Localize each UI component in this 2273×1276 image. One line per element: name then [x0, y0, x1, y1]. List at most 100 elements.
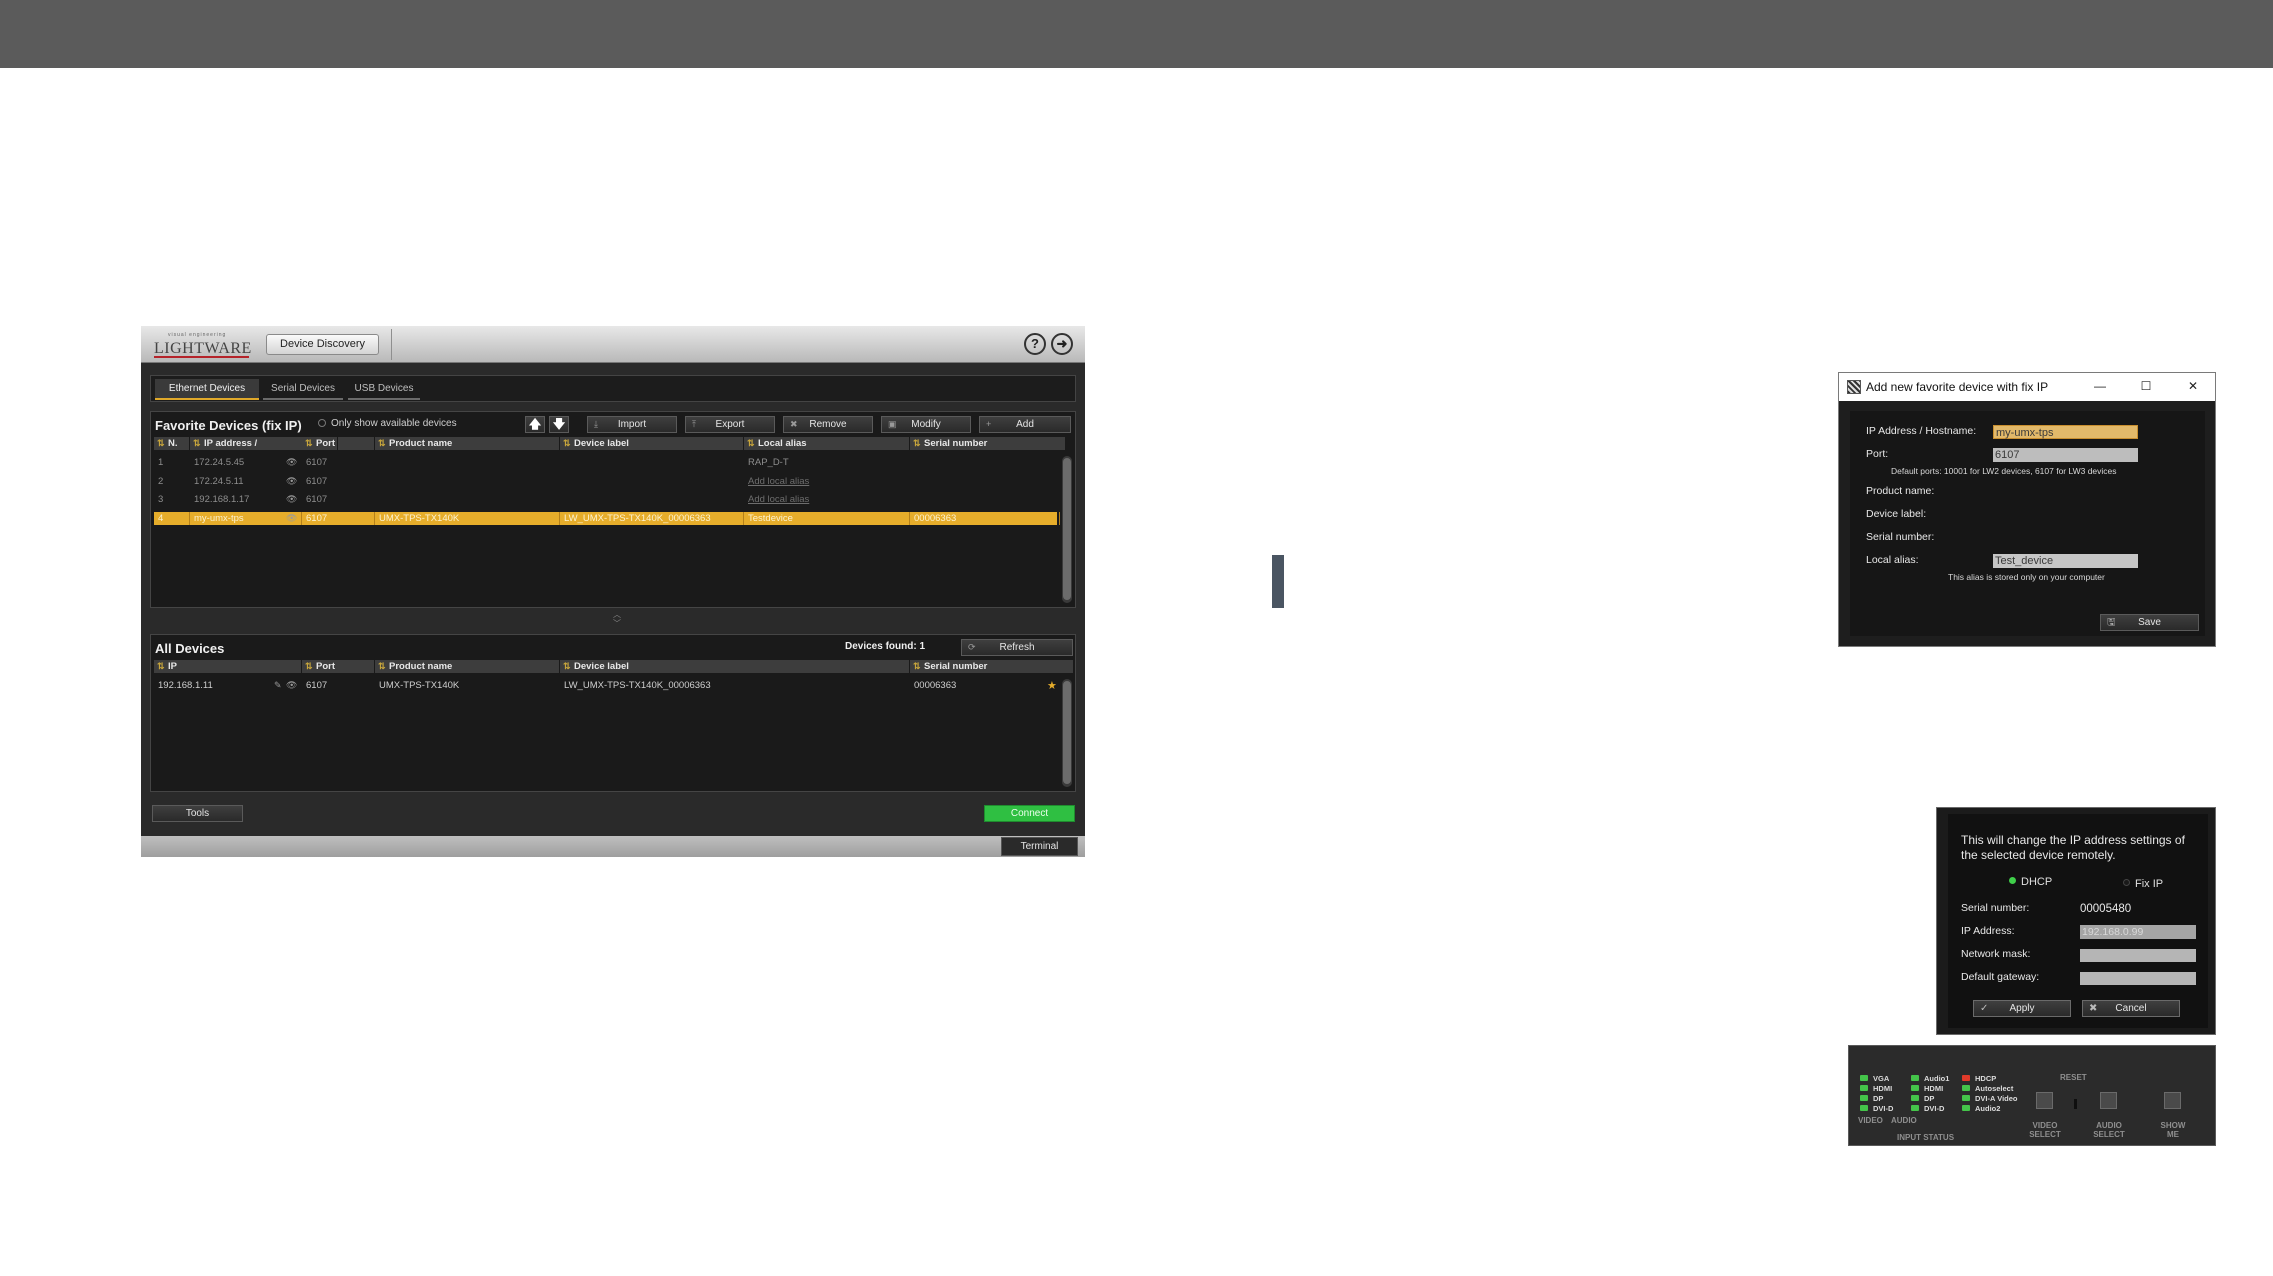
modify-button[interactable]: ▣ Modify — [881, 416, 971, 433]
scroll-thumb[interactable] — [1063, 458, 1071, 600]
only-available-toggle[interactable]: Only show available devices — [318, 418, 457, 429]
local-alias-input[interactable]: Test_device — [1993, 554, 2138, 568]
cell-local-alias[interactable]: Add local alias — [744, 493, 910, 506]
status-led — [1911, 1085, 1919, 1091]
apply-button[interactable]: ✓ Apply — [1973, 1000, 2071, 1017]
connect-button[interactable]: Connect — [984, 805, 1075, 822]
remove-button[interactable]: ✖ Remove — [783, 416, 873, 433]
col-ip[interactable]: ⇅ IP — [154, 660, 302, 673]
tab-usb-devices[interactable]: USB Devices — [348, 379, 420, 400]
favorites-scrollbar[interactable] — [1062, 456, 1072, 603]
cancel-button[interactable]: ✖ Cancel — [2082, 1000, 2180, 1017]
sort-icon: ⇅ — [913, 438, 921, 448]
status-bar — [141, 836, 1085, 857]
port-label: Port: — [1866, 448, 1889, 460]
minimize-icon[interactable]: — — [2089, 377, 2111, 395]
ip-address-input[interactable]: 192.168.0.99 — [2080, 925, 2196, 939]
col-product-name[interactable]: ⇅ Product name — [375, 437, 560, 450]
visibility-icon[interactable]: 👁 — [286, 493, 297, 506]
import-button[interactable]: ⤓ Import — [587, 416, 677, 433]
led-label: DP — [1873, 1094, 1884, 1103]
help-icon[interactable]: ? — [1024, 333, 1046, 355]
col-local-alias[interactable]: ⇅ Local alias — [744, 437, 910, 450]
splitter-handle-icon[interactable]: ︿ ﹀ — [611, 610, 623, 632]
close-icon[interactable]: ✕ — [2182, 377, 2204, 395]
favorites-table-row[interactable]: 1 172.24.5.45 6107 RAP_D-T 👁 — [154, 456, 1059, 469]
cell-local-alias[interactable]: Add local alias — [744, 475, 910, 488]
cell-local-alias[interactable]: RAP_D-T — [744, 456, 910, 469]
cell-serial-number — [910, 493, 1060, 506]
audio-caption: AUDIO — [1891, 1116, 1917, 1125]
led-label: DVI-A Video — [1975, 1094, 2018, 1103]
audio-select-button[interactable] — [2100, 1092, 2117, 1109]
led-label: HDCP — [1975, 1074, 1997, 1083]
ip-hostname-input[interactable]: my-umx-tps — [1993, 425, 2138, 439]
col-serial-number[interactable]: ⇅ Serial number — [910, 437, 1066, 450]
show-me-button[interactable] — [2164, 1092, 2181, 1109]
all-devices-table-row[interactable]: 192.168.1.11 6107 UMX-TPS-TX140K LW_UMX-TPS… — [154, 679, 1059, 692]
sort-icon: ⇅ — [193, 438, 201, 448]
all-devices-scrollbar[interactable] — [1062, 679, 1072, 787]
favorites-table-row[interactable]: 3 192.168.1.17 6107 Add local alias 👁 — [154, 493, 1059, 506]
cell-port: 6107 — [306, 475, 328, 487]
led-label: Audio1 — [1924, 1074, 1950, 1083]
led-label: VGA — [1873, 1074, 1890, 1083]
export-button[interactable]: ⤒ Export — [685, 416, 775, 433]
col-port[interactable]: ⇅ Port — [302, 437, 375, 450]
favorites-table-row[interactable]: 4 my-umx-tps 6107 UMX-TPS-TX140K LW_UMX-TPS-… — [154, 511, 1060, 525]
fix-ip-radio[interactable]: Fix IP — [2123, 878, 2163, 890]
col-serial-number[interactable]: ⇅ Serial number — [910, 660, 1074, 673]
move-down-button[interactable]: 🡇 — [549, 416, 569, 433]
visibility-icon[interactable]: 👁 — [286, 512, 297, 525]
default-ports-hint: Default ports: 10001 for LW2 devices, 61… — [1891, 466, 2117, 476]
reset-pinhole[interactable] — [2074, 1099, 2077, 1109]
visibility-icon[interactable]: 👁 — [286, 456, 297, 469]
col-port[interactable]: ⇅ Port — [302, 660, 375, 673]
close-icon: ✖ — [2089, 1003, 2098, 1014]
device-discovery-button[interactable]: Device Discovery — [266, 334, 379, 355]
visibility-icon[interactable]: 👁 — [286, 475, 297, 488]
cell-device-label: LW_UMX-TPS-TX140K_00006363 — [564, 680, 711, 691]
col-device-label[interactable]: ⇅ Device label — [560, 660, 910, 673]
default-gateway-input[interactable] — [2080, 972, 2196, 985]
favorites-table-header: ⇅ N. ⇅ IP address / ⇅ Port ⇅ Product name ⇅ D… — [154, 437, 1066, 450]
port-input[interactable]: 6107 — [1993, 448, 2138, 462]
col-device-label[interactable]: ⇅ Device label — [560, 437, 744, 450]
visibility-icon[interactable]: 👁 — [286, 679, 297, 692]
scroll-thumb[interactable] — [1063, 681, 1071, 784]
status-led — [1911, 1075, 1919, 1081]
favorites-table-row[interactable]: 2 172.24.5.11 6107 Add local alias 👁 — [154, 475, 1059, 488]
tab-ethernet-devices[interactable]: Ethernet Devices — [155, 379, 259, 400]
device-front-panel: VGA HDMI DP DVI-D Audio1 HDMI DP DVI-D HDCP Aut… — [1848, 1045, 2216, 1146]
edit-icon[interactable]: ✎ — [274, 679, 282, 692]
cell-serial-number: 00006363 — [910, 511, 1060, 525]
all-devices-panel: All Devices Devices found: 1 ⟳ Refresh ⇅ I… — [150, 634, 1076, 792]
cell-local-alias[interactable]: Testdevice — [744, 511, 910, 525]
video-select-button[interactable] — [2036, 1092, 2053, 1109]
terminal-button[interactable]: Terminal — [1001, 837, 1078, 856]
tab-serial-devices[interactable]: Serial Devices — [263, 379, 343, 400]
cell-product-name — [375, 475, 560, 488]
status-led — [1962, 1075, 1970, 1081]
alias-hint: This alias is stored only on your comput… — [1948, 572, 2105, 582]
save-button[interactable]: 🖫 Save — [2100, 614, 2199, 631]
dhcp-radio[interactable]: DHCP — [2009, 876, 2052, 888]
move-up-button[interactable]: 🡅 — [525, 416, 545, 433]
tools-button[interactable]: Tools — [152, 805, 243, 822]
audio-select-caption: AUDIO SELECT — [2093, 1121, 2125, 1139]
exit-icon[interactable]: ➜ — [1051, 333, 1073, 355]
save-icon: 🖫 — [2107, 617, 2116, 628]
col-product-name[interactable]: ⇅ Product name — [375, 660, 560, 673]
window-header: visual engineering LIGHTWARE Device Disc… — [141, 326, 1085, 363]
cell-product-name — [375, 493, 560, 506]
cell-product-name — [375, 456, 560, 469]
favorite-star-icon[interactable]: ★ — [1047, 679, 1057, 692]
network-mask-input[interactable] — [2080, 949, 2196, 962]
refresh-button[interactable]: ⟳ Refresh — [961, 639, 1073, 656]
add-button[interactable]: + Add — [979, 416, 1071, 433]
cell-port: 6107 — [306, 680, 328, 691]
maximize-icon[interactable]: ☐ — [2135, 377, 2157, 395]
favorite-devices-title: Favorite Devices (fix IP) — [155, 418, 302, 433]
col-number[interactable]: ⇅ N. — [154, 437, 190, 450]
side-marker — [1272, 555, 1284, 608]
